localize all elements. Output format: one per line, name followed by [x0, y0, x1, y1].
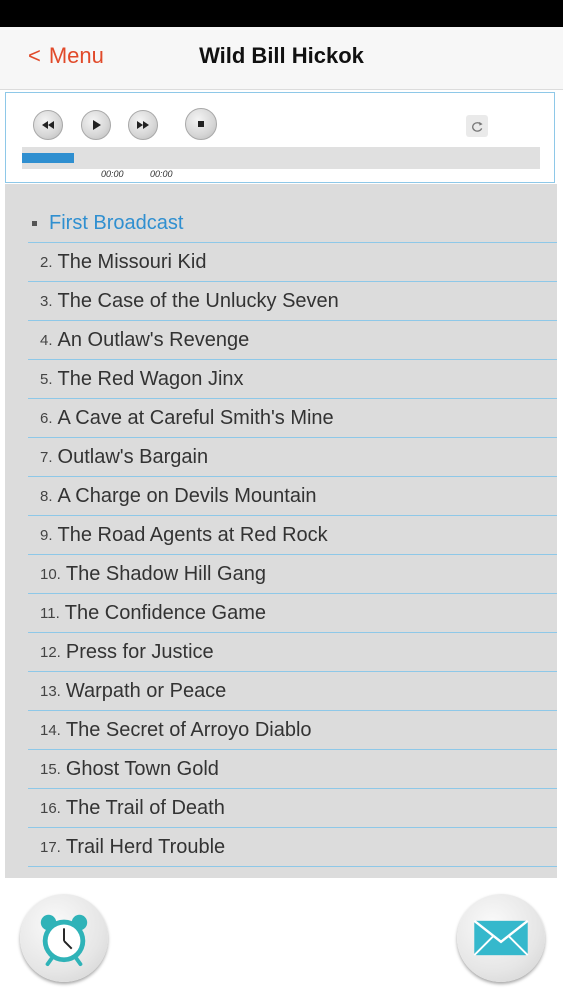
episode-number: 9. — [40, 526, 53, 544]
elapsed-time: 00:00 — [101, 169, 124, 179]
episode-title: The Secret of Arroyo Diablo — [65, 718, 312, 741]
episode-title: The Case of the Unlucky Seven — [57, 289, 339, 312]
bottom-toolbar — [0, 878, 563, 1000]
episode-number: 12. — [40, 643, 61, 661]
episode-number: 6. — [40, 409, 53, 427]
total-duration: 00:00 — [150, 169, 173, 179]
episode-list-item[interactable]: 11. The Confidence Game — [28, 594, 557, 633]
envelope-icon — [473, 919, 529, 956]
episode-list-item[interactable]: 13. Warpath or Peace — [28, 672, 557, 711]
episode-list-item[interactable]: 17. Trail Herd Trouble — [28, 828, 557, 867]
episode-number: 2. — [40, 253, 53, 271]
episode-title: Trail Herd Trouble — [65, 835, 226, 858]
episode-number: 14. — [40, 721, 61, 739]
episode-title: The Road Agents at Red Rock — [57, 523, 328, 546]
current-track-bullet-icon — [32, 220, 37, 226]
episode-title: Press for Justice — [65, 640, 214, 663]
episode-title: The Confidence Game — [64, 601, 266, 624]
progress-bar[interactable] — [22, 147, 540, 169]
episode-title: A Charge on Devils Mountain — [57, 484, 317, 507]
episode-title: A Cave at Careful Smith's Mine — [57, 406, 334, 429]
episode-list: First Broadcast 2. The Missouri Kid 3. The C… — [28, 204, 557, 867]
episode-title: Ghost Town Gold — [65, 757, 219, 780]
fast-forward-button[interactable] — [128, 110, 158, 140]
episode-list-item[interactable]: 12. Press for Justice — [28, 633, 557, 672]
episode-number: 17. — [40, 838, 61, 856]
episode-number: 16. — [40, 799, 61, 817]
repeat-icon — [471, 121, 483, 132]
play-button[interactable] — [81, 110, 111, 140]
episode-number: 5. — [40, 370, 53, 388]
episode-list-item[interactable]: 10. The Shadow Hill Gang — [28, 555, 557, 594]
episode-list-item[interactable]: 16. The Trail of Death — [28, 789, 557, 828]
episode-number: 10. — [40, 565, 61, 583]
repeat-button[interactable] — [466, 115, 488, 137]
email-button[interactable] — [457, 894, 545, 982]
episode-title: The Trail of Death — [65, 796, 225, 819]
episode-title: Warpath or Peace — [65, 679, 227, 702]
episode-list-item[interactable]: 3. The Case of the Unlucky Seven — [28, 282, 557, 321]
episode-list-item[interactable]: 5. The Red Wagon Jinx — [28, 360, 557, 399]
audio-player: 00:00 00:00 — [5, 92, 555, 183]
episode-title: The Missouri Kid — [57, 250, 207, 273]
episode-title: An Outlaw's Revenge — [57, 328, 250, 351]
fast-forward-icon — [137, 121, 149, 129]
episode-number: 4. — [40, 331, 53, 349]
episode-title: First Broadcast — [49, 211, 184, 234]
episode-list-item[interactable]: 14. The Secret of Arroyo Diablo — [28, 711, 557, 750]
episode-list-item[interactable]: 9. The Road Agents at Red Rock — [28, 516, 557, 555]
progress-fill — [22, 153, 74, 163]
episode-list-item[interactable]: 6. A Cave at Careful Smith's Mine — [28, 399, 557, 438]
episode-list-item[interactable]: 2. The Missouri Kid — [28, 243, 557, 282]
episode-number: 15. — [40, 760, 61, 778]
episode-title: The Red Wagon Jinx — [57, 367, 244, 390]
episode-list-item[interactable]: 15. Ghost Town Gold — [28, 750, 557, 789]
stop-button[interactable] — [185, 108, 217, 140]
rewind-icon — [42, 121, 54, 129]
episode-list-panel: First Broadcast 2. The Missouri Kid 3. The C… — [5, 184, 557, 878]
episode-number: 7. — [40, 448, 53, 466]
episode-list-item[interactable]: 4. An Outlaw's Revenge — [28, 321, 557, 360]
alarm-button[interactable] — [20, 894, 108, 982]
episode-list-item[interactable]: 7. Outlaw's Bargain — [28, 438, 557, 477]
status-bar — [0, 0, 563, 27]
alarm-clock-icon — [40, 914, 88, 967]
episode-list-item[interactable]: First Broadcast — [28, 204, 557, 243]
rewind-button[interactable] — [33, 110, 63, 140]
stop-icon — [198, 121, 204, 127]
play-icon — [93, 120, 101, 130]
episode-number: 3. — [40, 292, 53, 310]
episode-number: 11. — [40, 604, 60, 622]
episode-title: The Shadow Hill Gang — [65, 562, 266, 585]
episode-number: 8. — [40, 487, 53, 505]
episode-title: Outlaw's Bargain — [57, 445, 209, 468]
navigation-bar: < Menu Wild Bill Hickok — [0, 27, 563, 90]
episode-number: 13. — [40, 682, 61, 700]
page-title: Wild Bill Hickok — [199, 43, 364, 68]
episode-list-item[interactable]: 8. A Charge on Devils Mountain — [28, 477, 557, 516]
